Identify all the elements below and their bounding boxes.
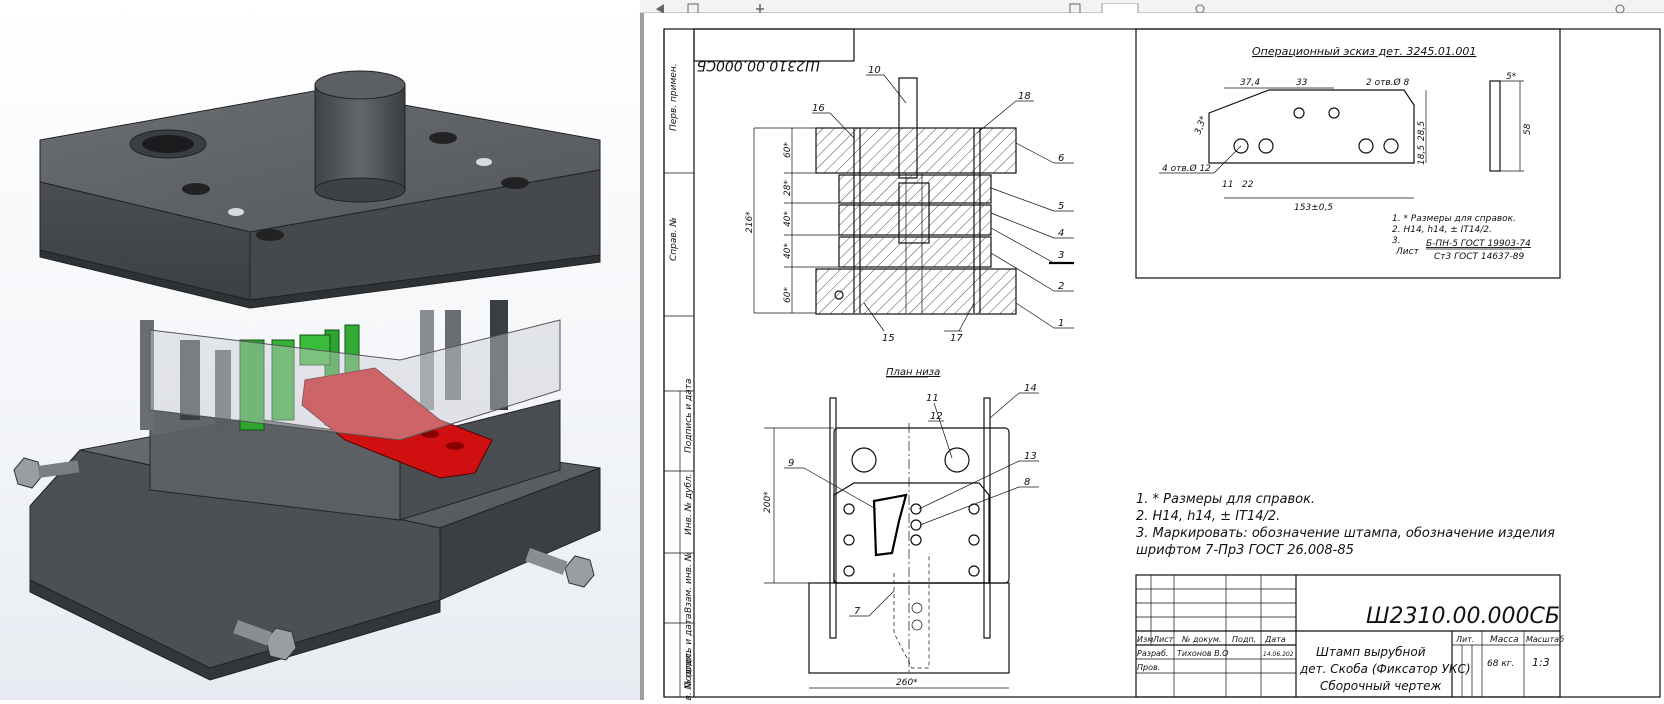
sketch-note-list: Лист (1395, 247, 1420, 257)
author-name: Тихонов В.О (1177, 649, 1228, 658)
hdr-date: Дата (1264, 635, 1286, 644)
dim-60-bottom: 60* (783, 287, 793, 303)
drawing-viewer: Перв. примен. Справ. № Подпись и дата Ин… (640, 0, 1664, 704)
sketch-dim-28-5: 28,5 (1417, 121, 1427, 141)
plan-callout-7: 7 (854, 606, 861, 617)
die-shank (314, 84, 406, 191)
sketch-title: Операционный эскиз дет. 3245.01.001 (1252, 45, 1476, 58)
dim-216: 216* (745, 211, 755, 233)
callout-5: 5 (1058, 201, 1064, 212)
plan-callout-14: 14 (1024, 383, 1037, 394)
sidebar-cell-1: Перв. примен. (669, 63, 679, 131)
plan-title: План низа (886, 367, 940, 378)
sidebar-cell-3: Подпись и дата (684, 378, 694, 453)
scale-label: Масштаб (1526, 635, 1564, 644)
callout-1: 1 (1058, 318, 1064, 329)
note-line-1: 1. * Размеры для справок. (1136, 492, 1315, 507)
mirrored-code: Ш2310.00.000СБ (697, 57, 820, 73)
author-date: 14.06.202 (1263, 651, 1294, 658)
sketch-note-1: 1. * Размеры для справок. (1392, 214, 1516, 224)
sketch-dim-4-holes: 4 отв.Ø 12 (1162, 163, 1211, 174)
drawing-sheet: Перв. примен. Справ. № Подпись и дата Ин… (644, 13, 1664, 704)
cad-3d-viewport[interactable] (0, 0, 640, 700)
sketch-dim-18-5: 18,5 (1417, 145, 1427, 165)
note-line-4: шрифтом 7-Пр3 ГОСТ 26.008-85 (1136, 543, 1354, 558)
callout-4: 4 (1058, 228, 1064, 239)
product-name-3: Сборочный чертеж (1320, 679, 1442, 693)
callout-15: 15 (882, 333, 895, 344)
plan-callout-12: 12 (930, 411, 943, 422)
sketch-dim-153: 153±0,5 (1294, 203, 1333, 213)
sketch-dim-37-4: 37,4 (1240, 78, 1260, 88)
sketch-dim-3-3: 3,3* (1193, 114, 1209, 136)
hdr-doc: № докум. (1181, 635, 1221, 644)
product-name-1: Штамп вырубной (1316, 645, 1426, 659)
hdr-izm: Изм (1137, 635, 1153, 644)
razrab-label: Разраб. (1137, 649, 1168, 658)
product-name-2: дет. Скоба (Фиксатор УКС) (1299, 662, 1471, 676)
title-block: Ш2310.00.000СБ Изм Лист № докум. Подп. Д… (1135, 574, 1564, 698)
plan-dim-260: 260* (896, 678, 918, 688)
die-3d-model (13, 70, 601, 681)
callout-17: 17 (950, 333, 963, 344)
operational-sketch: Операционный эскиз дет. 3245.01.001 37,4… (1135, 28, 1561, 279)
mass-value: 68 кг. (1487, 659, 1514, 669)
assembly-drawing: Перв. примен. Справ. № Подпись и дата Ин… (663, 28, 1661, 704)
callout-3: 3 (1058, 250, 1064, 261)
hdr-podp: Подп. (1232, 635, 1256, 644)
sketch-dim-5: 5* (1506, 72, 1517, 82)
sketch-note-3: 3. (1392, 236, 1401, 246)
plan-callout-8: 8 (1024, 477, 1030, 488)
scale-value: 1:3 (1532, 656, 1550, 669)
plan-view: План низа 200* 260* 11 12 14 13 9 8 7 (763, 367, 1039, 689)
section-view: 60* 28* 40* 40* 60* 216* 10 16 18 6 5 4 (745, 65, 1074, 344)
search-icon[interactable] (1195, 4, 1205, 14)
sketch-dim-33: 33 (1296, 78, 1308, 88)
lit-label: Лит. (1455, 635, 1474, 644)
plan-callout-13: 13 (1024, 451, 1037, 462)
sketch-dim-2-holes: 2 отв.Ø 8 (1366, 77, 1409, 88)
hdr-list: Лист (1152, 635, 1174, 644)
callout-10: 10 (868, 65, 881, 76)
drawing-frame (663, 28, 1661, 698)
technical-notes: 1. * Размеры для справок. 2. Н14, h14, ±… (1136, 492, 1555, 558)
title-code: Ш2310.00.000СБ (1366, 604, 1560, 629)
viewer-toolbar (640, 0, 1664, 15)
sketch-dim-22: 22 (1242, 180, 1254, 190)
sketch-dim-58: 58 (1523, 123, 1533, 135)
dim-28: 28* (783, 180, 793, 196)
sketch-note-gost2: Ст3 ГОСТ 14637-89 (1434, 252, 1524, 262)
hex-nut-left (13, 457, 43, 489)
sketch-note-gost1: Б-ПН-5 ГОСТ 19903-74 (1426, 239, 1531, 249)
callout-2: 2 (1058, 281, 1064, 292)
dim-60-top: 60* (783, 142, 793, 158)
dim-40-a: 40* (783, 211, 793, 227)
mass-label: Масса (1490, 635, 1519, 645)
plan-dim-200: 200* (763, 491, 773, 513)
sidebar-cell-4: Инв. № дубл. (684, 473, 694, 535)
plan-callout-11: 11 (926, 393, 939, 404)
settings-icon[interactable] (1615, 4, 1625, 14)
hex-nut-right (564, 555, 595, 588)
note-line-2: 2. Н14, h14, ± IT14/2. (1136, 509, 1280, 524)
sidebar-cell-5: Взам. инв. № (684, 552, 694, 613)
callout-16: 16 (812, 103, 825, 114)
sketch-dim-11: 11 (1222, 180, 1233, 190)
note-line-3: 3. Маркировать: обозначение штампа, обоз… (1136, 526, 1555, 541)
callout-18: 18 (1018, 91, 1031, 102)
plan-callout-9: 9 (788, 458, 794, 469)
callout-6: 6 (1058, 153, 1064, 164)
sidebar-cell-2: Справ. № (669, 217, 679, 261)
sidebar-cell-7: Инв. № подл. (684, 651, 694, 700)
dim-40-b: 40* (783, 243, 793, 259)
left-stamp-sidebar: Перв. примен. Справ. № Подпись и дата Ин… (664, 63, 694, 704)
sketch-note-2: 2. Н14, h14, ± IT14/2. (1392, 225, 1492, 235)
prov-label: Пров. (1137, 663, 1160, 672)
